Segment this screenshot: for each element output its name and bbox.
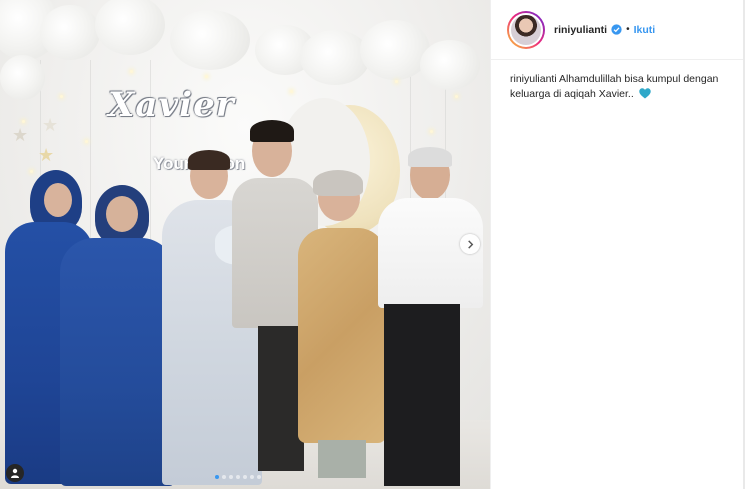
flower-cluster [300,30,370,85]
fairy-light [85,140,88,143]
caption-username[interactable]: riniyulianti [510,73,557,85]
avatar [509,12,543,47]
carousel-dot [236,475,240,479]
flower-cluster [420,40,480,90]
fairy-light [22,120,25,123]
post-header: riniyulianti • Ikuti [491,0,745,60]
neon-sign-name: Xavier [108,85,235,125]
fairy-light [290,90,293,93]
post-photo[interactable]: ★ ★ ★ Xavier Young Lion [0,0,490,489]
carousel-dot [257,475,261,479]
profile-avatar-button[interactable] [507,10,545,49]
fairy-light [430,130,433,133]
star-decoration: ★ [42,115,59,135]
carousel-indicator [215,475,261,479]
tagged-users-button[interactable] [6,464,24,482]
flower-cluster [0,55,45,100]
fairy-light [130,70,133,73]
fairy-light [455,95,458,98]
chevron-right-icon [467,239,473,249]
fairy-light [30,170,33,173]
star-decoration: ★ [38,145,55,165]
fairy-light [395,80,398,83]
next-photo-button[interactable] [460,234,480,254]
carousel-dot [222,475,226,479]
carousel-dot [250,475,254,479]
blue-heart-icon [638,88,651,99]
flower-cluster [170,10,250,70]
flower-cluster [40,5,100,60]
verified-badge-icon [611,24,622,35]
star-decoration: ★ [12,125,29,145]
post-side-panel: riniyulianti • Ikuti riniyulianti Alhamd… [490,0,745,489]
fairy-light [60,95,63,98]
follow-button[interactable]: Ikuti [634,24,656,36]
header-separator: • [626,24,630,35]
carousel-dot [243,475,247,479]
carousel-dot [229,475,233,479]
fairy-light [205,75,208,78]
carousel-dot [215,475,219,479]
instagram-post-window: ★ ★ ★ Xavier Young Lion [0,0,745,489]
flower-cluster [360,20,430,80]
user-icon [11,468,19,478]
username-link[interactable]: riniyulianti [554,24,607,36]
post-caption: riniyulianti Alhamdulillah bisa kumpul d… [510,72,730,102]
